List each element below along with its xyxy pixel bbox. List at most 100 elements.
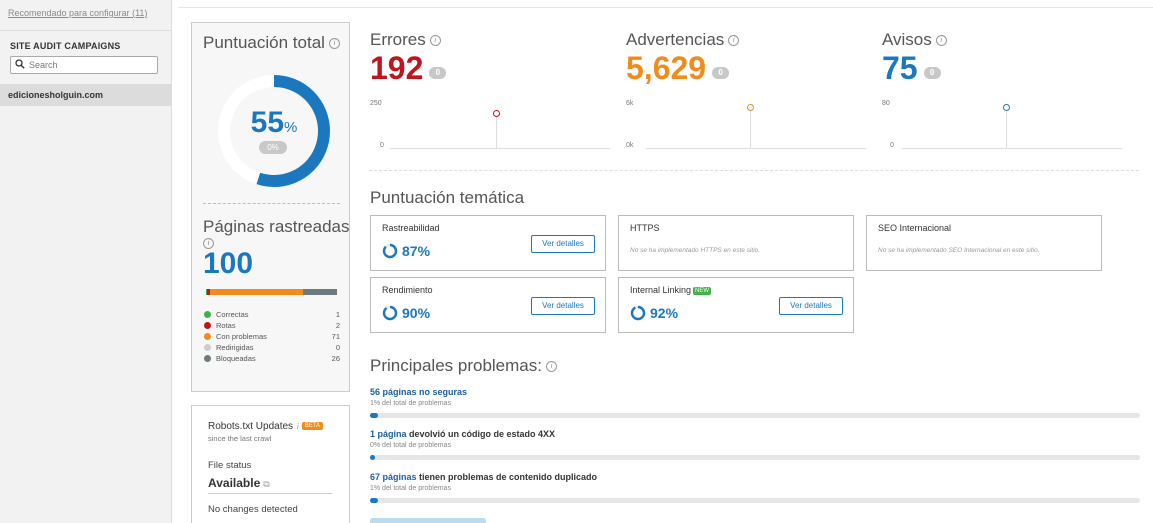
pages-status-bar	[206, 289, 337, 295]
sidebar-item-site[interactable]: edicionesholguin.com	[0, 84, 172, 106]
problem-link[interactable]: 67 páginas	[370, 472, 417, 482]
divider	[203, 203, 340, 204]
problem-subtext: 1% del total de problemas	[370, 400, 451, 407]
problem-text: 1 página devolvió un código de estado 4X…	[370, 429, 556, 439]
thematic-card-https: HTTPS No se ha implementado HTTPS en est…	[618, 215, 854, 271]
external-link-icon[interactable]: ⧉	[263, 479, 269, 489]
y-axis-top: 80	[882, 100, 890, 107]
divider	[208, 493, 332, 494]
details-button[interactable]: Ver detalles	[531, 235, 595, 253]
warnings-trend-chart: 6k 0k	[626, 95, 866, 155]
problem-progress-fill	[370, 498, 378, 503]
view-all-button[interactable]	[370, 518, 486, 523]
card-title: Internal Linking NEW	[630, 285, 712, 295]
metric-warnings: Advertencias i 5,629 0	[626, 30, 740, 87]
sidebar-divider	[0, 30, 172, 31]
metric-value: 192 0	[370, 50, 447, 87]
search-box[interactable]	[10, 56, 158, 74]
y-axis-top: 6k	[626, 100, 634, 107]
recommended-config-link[interactable]: Recomendado para configurar (11)	[8, 8, 147, 18]
notices-trend-chart: 80 0	[882, 95, 1122, 155]
legend-item: Rotas 2	[204, 320, 340, 330]
legend-count: 2	[335, 320, 340, 330]
file-status-label: File status	[208, 460, 252, 471]
chart-baseline	[902, 148, 1122, 149]
chart-baseline	[390, 148, 610, 149]
problem-progress-fill	[370, 413, 378, 418]
score-title: Puntuación total i	[203, 33, 340, 53]
problem-link[interactable]: 1 página	[370, 429, 407, 439]
divider	[369, 170, 1139, 171]
chart-point[interactable]	[493, 110, 500, 117]
legend-label: Correctas	[216, 309, 249, 319]
legend-dot-icon	[204, 354, 211, 362]
progress-ring-icon	[382, 243, 398, 259]
chart-point[interactable]	[1003, 104, 1010, 111]
card-title: HTTPS	[630, 223, 660, 233]
legend-dot-icon	[204, 332, 211, 340]
details-button[interactable]: Ver detalles	[531, 297, 595, 315]
metric-value: 75 0	[882, 50, 947, 87]
file-status-value[interactable]: Available ⧉	[208, 476, 270, 490]
info-icon[interactable]: i	[429, 35, 441, 47]
info-icon[interactable]: i	[297, 422, 299, 431]
legend-label: Redirigidas	[216, 342, 254, 352]
metric-badge: 0	[923, 66, 941, 79]
metric-title: Avisos i	[882, 30, 947, 50]
card-score: 90%	[382, 305, 430, 321]
problem-progress-fill	[370, 455, 376, 460]
bar-segment	[302, 289, 337, 295]
robots-card: Robots.txt Updates i BETA since the last c…	[191, 405, 350, 523]
legend-count: 71	[331, 331, 340, 341]
legend-dot-icon	[204, 321, 211, 329]
metric-badge: 0	[712, 66, 730, 79]
y-axis-top: 250	[370, 100, 382, 107]
pages-legend: Correctas 1 Rotas 2 Con problemas 71 Redirigid…	[204, 309, 340, 364]
card-title: SEO Internacional	[878, 223, 952, 233]
errors-trend-chart: 250 0	[370, 95, 610, 155]
score-value: 55%	[250, 106, 298, 139]
info-icon[interactable]: i	[728, 35, 740, 47]
legend-label: Con problemas	[216, 331, 267, 341]
legend-count: 26	[331, 353, 340, 363]
score-card: Puntuación total i 55% 0% Páginas rastrea…	[191, 22, 350, 392]
problem-subtext: 1% del total de problemas	[370, 485, 451, 492]
chart-marker-line	[496, 115, 497, 148]
legend-label: Rotas	[216, 320, 236, 330]
search-input[interactable]	[29, 60, 149, 70]
info-icon[interactable]: i	[328, 38, 340, 50]
problem-text: 67 páginas tienen problemas de contenido…	[370, 472, 598, 482]
metric-errors: Errores i 192 0	[370, 30, 447, 87]
legend-count: 0	[335, 342, 340, 352]
robots-title: Robots.txt Updates i BETA	[208, 421, 324, 432]
thematic-card-international-seo: SEO Internacional No se ha implementado …	[866, 215, 1102, 271]
legend-item: Correctas 1	[204, 309, 340, 319]
top-divider	[178, 7, 1153, 8]
thematic-title: Puntuación temática	[370, 188, 525, 207]
bar-segment	[209, 289, 303, 295]
campaigns-title: SITE AUDIT CAMPAIGNS	[10, 41, 121, 51]
problem-item: 56 páginas no seguras 1% del total de pr…	[370, 387, 1140, 418]
problems-title: Principales problemas: i	[370, 356, 557, 376]
robots-subtitle: since the last crawl	[208, 434, 272, 443]
problem-progress-bar	[370, 455, 1140, 460]
problem-item: 1 página devolvió un código de estado 4X…	[370, 429, 1140, 460]
sidebar: Recomendado para configurar (11) SITE AU…	[0, 0, 172, 523]
legend-dot-icon	[204, 310, 211, 318]
problem-link[interactable]: 56 páginas no seguras	[370, 387, 467, 397]
progress-ring-icon	[382, 305, 398, 321]
legend-item: Redirigidas 0	[204, 342, 340, 352]
no-changes-text: No changes detected	[208, 504, 298, 515]
details-button[interactable]: Ver detalles	[779, 297, 843, 315]
problem-subtext: 0% del total de problemas	[370, 442, 451, 449]
info-icon[interactable]: i	[935, 35, 947, 47]
card-score: 92%	[630, 305, 678, 321]
thematic-card-performance: Rendimiento 90% Ver detalles	[370, 277, 606, 333]
legend-label: Bloqueadas	[216, 353, 256, 363]
info-icon[interactable]: i	[545, 361, 557, 373]
metric-title: Advertencias i	[626, 30, 740, 50]
metric-badge: 0	[429, 66, 447, 79]
pages-value: 100	[203, 247, 254, 280]
card-score: 87%	[382, 243, 430, 259]
chart-point[interactable]	[747, 104, 754, 111]
